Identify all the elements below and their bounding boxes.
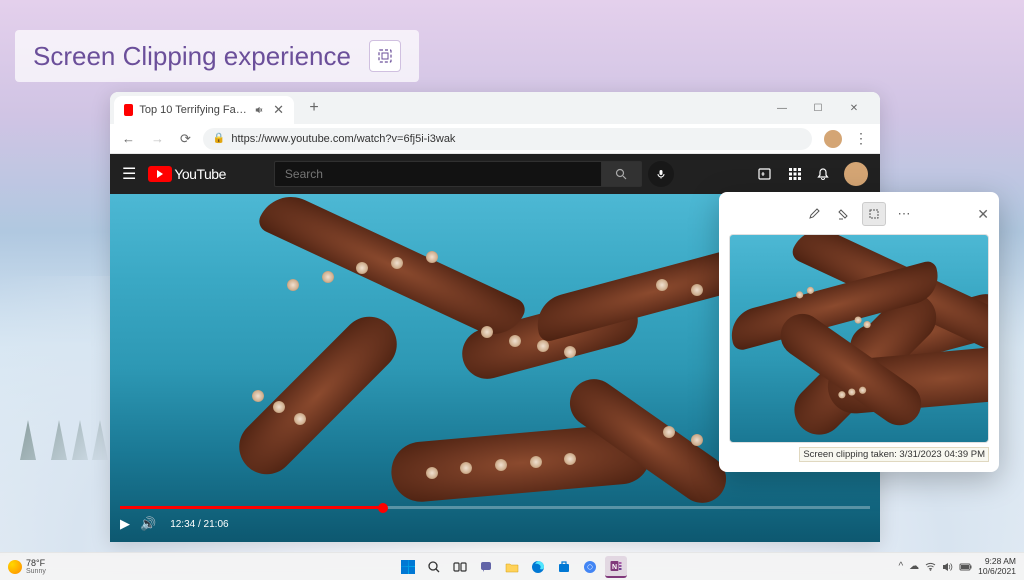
taskbar-weather-widget[interactable]: 78°F Sunny (8, 559, 46, 575)
taskbar-clock[interactable]: 9:28 AM 10/6/2021 (978, 557, 1016, 576)
taskbar-file-explorer-icon[interactable] (501, 556, 523, 578)
address-bar: ← → ⟳ 🔒 https://www.youtube.com/watch?v=… (110, 124, 880, 154)
clip-highlighter-tool[interactable] (832, 202, 856, 226)
clip-crop-tool[interactable] (862, 202, 886, 226)
window-minimize-button[interactable]: — (768, 94, 796, 122)
tray-chevron-icon[interactable]: ^ (898, 561, 903, 572)
tab-close-button[interactable]: ✕ (273, 102, 284, 118)
apps-grid-icon[interactable] (788, 167, 802, 181)
taskbar-chrome-icon[interactable] (579, 556, 601, 578)
taskbar-chat-icon[interactable] (475, 556, 497, 578)
feature-title-overlay: Screen Clipping experience (15, 30, 419, 82)
tray-volume-icon[interactable] (942, 562, 953, 572)
video-progress-bar[interactable] (120, 506, 870, 509)
video-controls-bar: ▶ 🔊 12:34 / 21:06 (110, 506, 880, 542)
youtube-account-avatar[interactable] (844, 162, 868, 186)
weather-temp: 78°F (26, 559, 46, 568)
volume-button[interactable]: 🔊 (140, 516, 156, 532)
clip-pen-tool[interactable] (802, 202, 826, 226)
feature-title: Screen Clipping experience (33, 41, 351, 72)
url-text: https://www.youtube.com/watch?v=6fj5i-i3… (231, 133, 455, 145)
lock-icon: 🔒 (213, 133, 225, 144)
video-progress-fill (120, 506, 383, 509)
new-tab-button[interactable]: + (302, 96, 326, 120)
clip-thumbnail[interactable] (729, 234, 989, 443)
browser-profile-avatar[interactable] (824, 130, 842, 148)
clip-more-button[interactable]: ⋯ (892, 202, 916, 226)
nav-forward-button[interactable]: → (147, 129, 168, 148)
clip-icon-badge (369, 40, 401, 72)
taskbar-search-icon[interactable] (423, 556, 445, 578)
youtube-header: ☰ YouTube (110, 154, 880, 194)
clip-close-button[interactable]: ✕ (977, 206, 989, 223)
search-icon (615, 168, 627, 180)
youtube-favicon-icon (124, 104, 133, 116)
task-view-icon[interactable] (449, 556, 471, 578)
tab-title: Top 10 Terrifying Facts abo... (139, 104, 249, 116)
youtube-search-input[interactable] (274, 161, 602, 187)
tray-wifi-icon[interactable] (925, 562, 936, 571)
window-close-button[interactable]: ✕ (840, 94, 868, 122)
nav-back-button[interactable]: ← (118, 129, 139, 148)
url-input[interactable]: 🔒 https://www.youtube.com/watch?v=6fj5i-… (203, 128, 812, 150)
clock-date: 10/6/2021 (978, 567, 1016, 576)
create-video-icon[interactable] (758, 167, 774, 181)
play-button[interactable]: ▶ (120, 516, 130, 532)
weather-desc: Sunny (26, 568, 46, 575)
youtube-search-button[interactable] (602, 161, 642, 187)
notifications-bell-icon[interactable] (816, 167, 830, 181)
windows-taskbar: 78°F Sunny N ^ ☁ 9:28 AM 10/6/2021 (0, 552, 1024, 580)
clip-toolbar: ⋯ ✕ (729, 202, 989, 226)
hamburger-menu-icon[interactable]: ☰ (122, 164, 136, 184)
taskbar-onenote-icon[interactable]: N (605, 556, 627, 578)
youtube-logo[interactable]: YouTube (148, 166, 226, 182)
svg-text:N: N (612, 564, 617, 571)
speaker-mute-icon[interactable] (255, 105, 263, 115)
screen-clip-icon (377, 48, 393, 64)
tray-onedrive-icon[interactable]: ☁ (909, 561, 919, 572)
taskbar-store-icon[interactable] (553, 556, 575, 578)
youtube-logo-text: YouTube (174, 166, 226, 182)
browser-tab[interactable]: Top 10 Terrifying Facts abo... ✕ (114, 96, 294, 124)
browser-titlebar: Top 10 Terrifying Facts abo... ✕ + — ☐ ✕ (110, 92, 880, 124)
nav-reload-button[interactable]: ⟳ (176, 129, 195, 149)
tray-battery-icon[interactable] (959, 563, 972, 571)
window-maximize-button[interactable]: ☐ (804, 94, 832, 122)
microphone-icon (656, 169, 666, 179)
clip-caption: Screen clipping taken: 3/31/2023 04:39 P… (799, 447, 989, 462)
onenote-clip-panel: ⋯ ✕ Screen clipping taken: 3/31/2023 04:… (719, 192, 999, 472)
taskbar-edge-icon[interactable] (527, 556, 549, 578)
video-time-display: 12:34 / 21:06 (170, 519, 228, 530)
start-button[interactable] (397, 556, 419, 578)
sun-icon (8, 560, 22, 574)
browser-menu-button[interactable]: ⋮ (850, 130, 872, 147)
youtube-play-icon (148, 166, 172, 182)
voice-search-button[interactable] (648, 161, 674, 187)
